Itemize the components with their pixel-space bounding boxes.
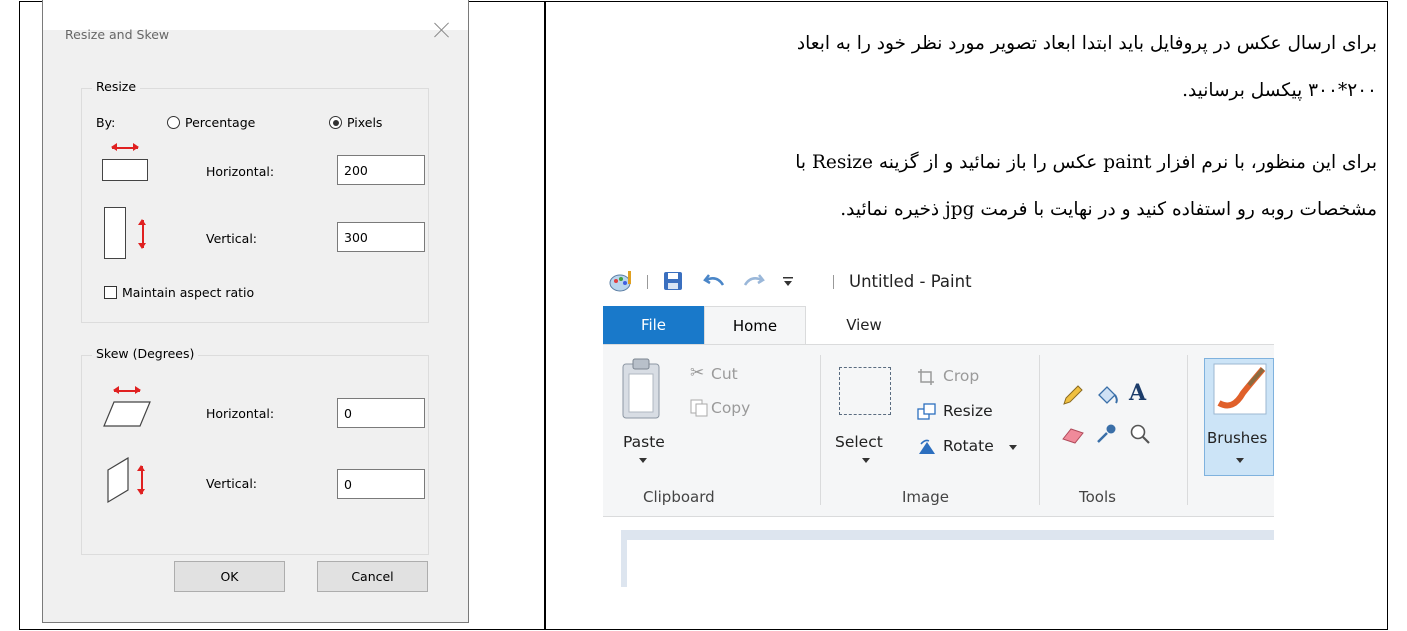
- tab-home[interactable]: Home: [704, 306, 806, 344]
- copy-label[interactable]: Copy: [711, 399, 750, 417]
- ribbon-tabs: File Home View: [603, 306, 1274, 344]
- image-group-label: Image: [902, 488, 949, 506]
- maintain-aspect-checkbox[interactable]: [104, 286, 117, 299]
- select-label[interactable]: Select: [835, 433, 883, 451]
- clipboard-group-label: Clipboard: [643, 488, 715, 506]
- cut-label[interactable]: Cut: [711, 365, 738, 383]
- paint-app-icon[interactable]: [609, 269, 635, 293]
- fill-icon[interactable]: [1095, 383, 1119, 407]
- resize-group: Resize By: Percentage Pixels Horizontal:…: [81, 79, 429, 323]
- vertical-resize-icon: [104, 207, 152, 259]
- brushes-dropdown-icon: [1236, 458, 1244, 463]
- magnifier-icon[interactable]: [1129, 423, 1151, 445]
- instruction-paragraph2-line1: برای این منظور، با نرم افزار paint عکس ر…: [795, 152, 1377, 173]
- instruction-paragraph1-line2: ۲۰۰*۳۰۰ پیکسل برسانید.: [1182, 80, 1377, 101]
- paint-window: Untitled - Paint File Home View Paste ✂ …: [603, 257, 1274, 587]
- resize-icon[interactable]: [917, 403, 937, 421]
- select-icon[interactable]: [839, 367, 891, 415]
- quick-access-toolbar: Untitled - Paint: [603, 257, 1274, 302]
- brushes-button[interactable]: Brushes: [1204, 358, 1274, 476]
- horizontal-skew-icon: [102, 386, 152, 430]
- skew-vertical-input[interactable]: 0: [337, 469, 425, 499]
- horizontal-resize-icon: [102, 143, 150, 183]
- rotate-dropdown-icon[interactable]: [1008, 444, 1018, 452]
- pencil-icon[interactable]: [1061, 385, 1083, 407]
- copy-icon[interactable]: [690, 399, 708, 417]
- by-label: By:: [96, 115, 116, 130]
- skew-horizontal-label: Horizontal:: [206, 406, 275, 421]
- paste-icon[interactable]: [621, 358, 661, 420]
- tools-group-label: Tools: [1079, 488, 1116, 506]
- brush-icon: [1213, 363, 1267, 415]
- cancel-button[interactable]: Cancel: [317, 561, 428, 592]
- resize-horizontal-input[interactable]: 200: [337, 155, 425, 185]
- instruction-paragraph1-line1: برای ارسال عکس در پروفایل باید ابتدا ابع…: [796, 33, 1377, 54]
- text-tool-icon[interactable]: A: [1129, 380, 1146, 406]
- resize-vertical-label: Vertical:: [206, 231, 258, 246]
- resize-vertical-input[interactable]: 300: [337, 222, 425, 252]
- drawing-canvas[interactable]: [627, 540, 1274, 587]
- resize-horizontal-label: Horizontal:: [206, 164, 275, 179]
- pixels-radio[interactable]: [329, 116, 342, 129]
- undo-icon[interactable]: [703, 271, 725, 291]
- percentage-radio[interactable]: [167, 116, 180, 129]
- skew-legend: Skew (Degrees): [92, 346, 199, 361]
- resize-legend: Resize: [92, 79, 141, 94]
- maintain-aspect-label[interactable]: Maintain aspect ratio: [122, 285, 254, 300]
- table-cell-divider: [544, 2, 546, 629]
- eraser-icon[interactable]: [1061, 425, 1085, 445]
- save-icon[interactable]: [663, 271, 683, 291]
- redo-icon[interactable]: [743, 271, 765, 291]
- skew-vertical-label: Vertical:: [206, 476, 258, 491]
- crop-icon[interactable]: [917, 368, 935, 386]
- percentage-label[interactable]: Percentage: [185, 115, 255, 130]
- tab-view[interactable]: View: [829, 306, 899, 344]
- paste-label[interactable]: Paste: [623, 433, 665, 451]
- paste-dropdown-icon[interactable]: [638, 457, 648, 465]
- home-ribbon: Paste ✂ Cut Copy Clipboard Select Crop R…: [603, 344, 1274, 517]
- resize-skew-dialog: Resize and Skew Resize By: Percentage Pi…: [42, 0, 469, 623]
- rotate-icon[interactable]: [917, 438, 937, 456]
- title-separator: [833, 275, 834, 289]
- pixels-label[interactable]: Pixels: [347, 115, 382, 130]
- instruction-paragraph2-line2: مشخصات روبه رو استفاده کنید و در نهایت ب…: [840, 199, 1377, 220]
- skew-group: Skew (Degrees) Horizontal: 0 Vertical: 0: [81, 346, 429, 555]
- cut-icon[interactable]: ✂: [690, 363, 704, 383]
- dialog-titlebar: [43, 0, 468, 30]
- customize-qat-icon[interactable]: [781, 275, 795, 289]
- paint-window-title: Untitled - Paint: [849, 272, 972, 291]
- qat-separator: [647, 275, 648, 289]
- select-dropdown-icon[interactable]: [861, 457, 871, 465]
- clipboard-group-separator: [820, 355, 821, 505]
- resize-label[interactable]: Resize: [943, 402, 993, 420]
- image-group-separator: [1039, 355, 1040, 505]
- skew-horizontal-input[interactable]: 0: [337, 398, 425, 428]
- tab-file[interactable]: File: [603, 306, 704, 344]
- color-picker-icon[interactable]: [1095, 423, 1117, 445]
- dialog-body: Resize By: Percentage Pixels Horizontal:…: [43, 55, 468, 622]
- tools-group-separator: [1187, 355, 1188, 505]
- ok-button[interactable]: OK: [174, 561, 285, 592]
- crop-label[interactable]: Crop: [943, 367, 979, 385]
- vertical-skew-icon: [106, 456, 156, 506]
- close-icon[interactable]: [434, 22, 450, 38]
- canvas-area: [621, 530, 1274, 587]
- rotate-label[interactable]: Rotate: [943, 437, 994, 455]
- dialog-title: Resize and Skew: [65, 27, 170, 42]
- brushes-label: Brushes: [1207, 429, 1268, 447]
